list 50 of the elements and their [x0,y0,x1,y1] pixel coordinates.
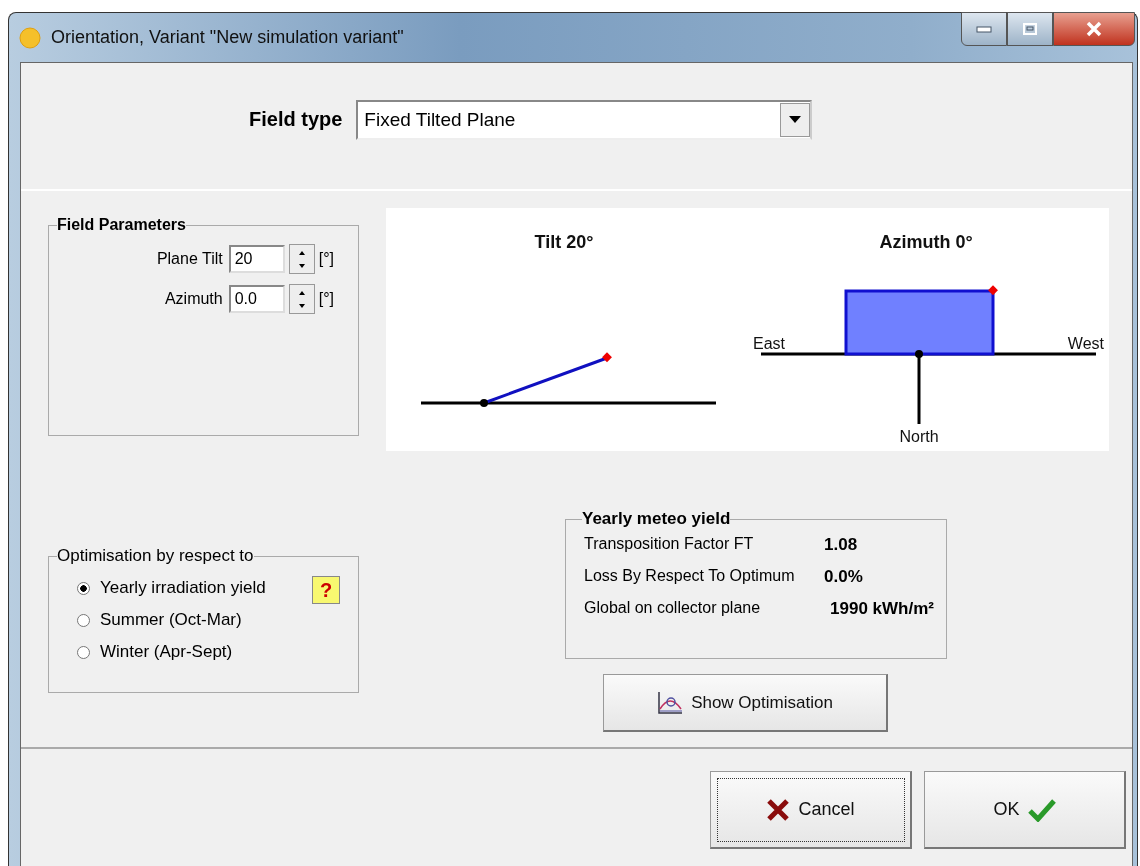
group-title: Optimisation by respect to [57,546,254,566]
field-label: Azimuth [164,290,223,308]
minimize-icon [976,25,992,33]
group-title: Yearly meteo yield [582,509,731,529]
radio-label[interactable]: Winter (Apr-Sept) [100,642,233,662]
result-value: 1.08 [824,535,859,555]
unit-label: [°] [318,290,334,308]
direction-label: East [753,335,785,352]
radio-label[interactable]: Yearly irradiation yield [100,578,266,598]
close-icon [1085,21,1103,37]
number-field[interactable]: 20 [228,245,285,273]
cancel-button[interactable]: Cancel [710,771,912,849]
number-field[interactable]: 0.0 [228,285,285,313]
checkmark-icon [1027,797,1056,822]
result-value: 1990 kWh/m² [830,599,934,619]
ok-button[interactable]: OK [924,771,1126,849]
radio-button[interactable] [77,645,90,659]
cross-icon [766,797,791,822]
sun-icon [19,26,41,49]
minimize-button[interactable] [961,12,1007,46]
dropdown-arrow-icon [789,116,802,123]
down-arrow-icon [297,303,306,309]
field-type-label: Field type [249,108,343,131]
unit-label: [°] [318,250,334,268]
chart-icon [657,690,684,715]
up-arrow-icon [297,289,306,295]
diagram-title: Tilt 20° [534,232,594,252]
group-title: Field Parameters [57,216,186,234]
radio-button[interactable] [77,581,90,595]
show-optimisation-button[interactable]: Show Optimisation [603,674,888,732]
spin-button[interactable] [288,244,315,274]
field-type-dropdown[interactable]: Fixed Tilted Plane [356,99,813,140]
help-button[interactable]: ? [312,576,340,604]
up-arrow-icon [297,249,306,255]
diagram-title: Azimuth 0° [879,232,973,252]
result-label: Transposition Factor FT [584,535,754,554]
maximize-icon [1023,23,1037,35]
spin-button[interactable] [288,284,315,314]
direction-label: West [1067,335,1104,352]
window-title: Orientation, Variant "New simulation variant" [51,27,404,48]
maximize-button[interactable] [1007,12,1053,46]
radio-label[interactable]: Summer (Oct-Mar) [100,610,242,630]
direction-label: North [899,428,939,445]
result-label: Global on collector plane [584,599,761,618]
field-label: Plane Tilt [156,250,223,268]
radio-button[interactable] [77,613,90,627]
result-label: Loss By Respect To Optimum [584,567,795,586]
close-button[interactable] [1053,12,1135,46]
result-value: 0.0% [824,567,864,587]
down-arrow-icon [297,263,306,269]
